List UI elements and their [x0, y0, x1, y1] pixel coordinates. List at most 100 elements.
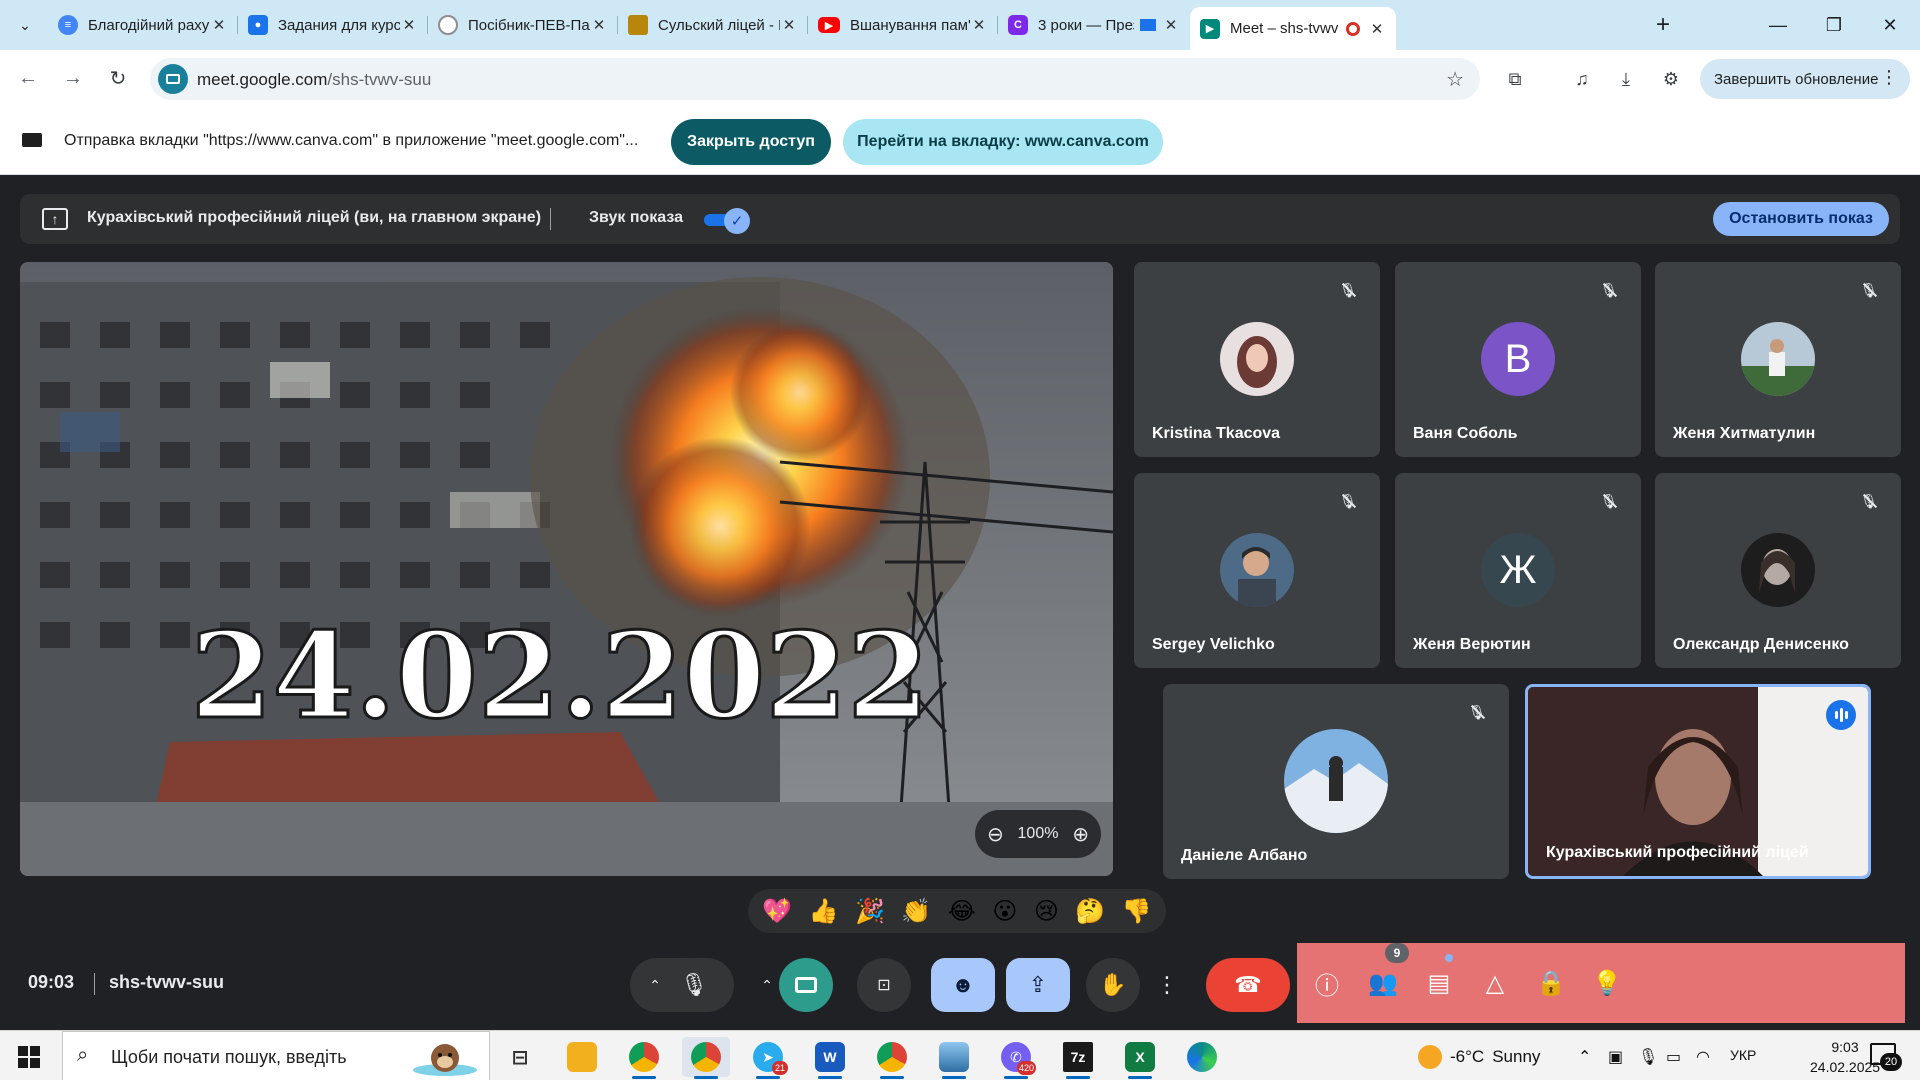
close-window-button[interactable]: ✕ [1862, 0, 1918, 50]
camera-control[interactable]: ⌃ [742, 958, 846, 1012]
participant-tile[interactable]: 🎙 Женя Хитматулин [1655, 262, 1901, 457]
thinking-reaction[interactable]: 🤔 [1075, 897, 1105, 926]
close-icon[interactable]: ✕ [400, 16, 418, 34]
stop-presenting-button[interactable]: Остановить показ [1713, 202, 1889, 236]
viber-app[interactable]: ✆ 420 [992, 1037, 1040, 1079]
share-sound-toggle[interactable]: ✓ [704, 208, 750, 234]
media-control-icon[interactable]: ♫ [1569, 66, 1595, 92]
7zip-app[interactable]: 7z [1054, 1037, 1102, 1079]
tab-2[interactable]: ● Задания для курса " ✕ [238, 7, 428, 43]
close-icon[interactable]: ✕ [1162, 16, 1180, 34]
battery-icon[interactable]: ▭ [1666, 1047, 1681, 1067]
windows-start-icon[interactable] [18, 1046, 40, 1068]
word-app[interactable]: W [806, 1037, 854, 1079]
zoom-in-icon[interactable]: ⊕ [1072, 822, 1089, 847]
chevron-up-icon[interactable]: ⌃ [643, 977, 667, 994]
chat-icon[interactable]: ▤ [1421, 965, 1457, 1001]
people-icon[interactable]: 👥 [1365, 965, 1401, 1001]
captions-button[interactable]: ⊡ [857, 958, 911, 1012]
thumbs-up-reaction[interactable]: 👍 [809, 897, 839, 926]
taskbar-search[interactable]: ⌕ Щоби почати пошук, введіть [62, 1031, 490, 1080]
close-icon[interactable]: ✕ [780, 16, 798, 34]
present-screen-button[interactable]: ⇪ [1006, 958, 1070, 1012]
maximize-button[interactable]: ❐ [1806, 0, 1862, 50]
telegram-app[interactable]: ➤ 21 [744, 1037, 792, 1079]
task-view-button[interactable]: ⊟ [496, 1037, 544, 1077]
address-bar[interactable]: meet.google.com/shs-tvwv-suu ☆ [150, 58, 1480, 100]
people-count-badge: 9 [1385, 943, 1409, 963]
language-indicator[interactable]: УКР [1730, 1047, 1756, 1063]
emoji-reactions-button[interactable]: ☻ [931, 958, 995, 1012]
chevron-up-icon[interactable]: ⌃ [755, 977, 779, 994]
bookmark-star-icon[interactable]: ☆ [1446, 67, 1464, 92]
party-reaction[interactable]: 🎉 [855, 897, 885, 926]
tab-4[interactable]: Сульский ліцей - Ре ✕ [618, 7, 808, 43]
weather-widget[interactable]: -6°C Sunny [1418, 1045, 1540, 1069]
close-icon[interactable]: ✕ [970, 16, 988, 34]
edge-app[interactable] [1178, 1037, 1226, 1077]
surprised-reaction[interactable]: 😮 [992, 897, 1017, 926]
chrome-profile-1-app[interactable] [620, 1037, 668, 1079]
lightbulb-icon[interactable]: 💡 [1589, 965, 1625, 1001]
download-icon[interactable]: ⤓ [1613, 66, 1639, 92]
participant-tile[interactable]: 🎙 Ж Женя Верютин [1395, 473, 1641, 668]
tab-1[interactable]: ≡ Благодійний рахуно ✕ [48, 7, 238, 43]
clap-reaction[interactable]: 👏 [901, 897, 931, 926]
close-icon[interactable]: ✕ [590, 16, 608, 34]
zoom-out-icon[interactable]: ⊖ [987, 822, 1004, 847]
participant-tile[interactable]: 🎙 В Ваня Соболь [1395, 262, 1641, 457]
tab-5[interactable]: ▶ Вшанування пам'яті ✕ [808, 7, 998, 43]
close-icon[interactable]: ✕ [210, 16, 228, 34]
extensions-icon[interactable]: ⧉ [1502, 66, 1528, 92]
minimize-button[interactable]: — [1750, 0, 1806, 50]
site-info-icon[interactable] [158, 64, 188, 94]
recording-icon [1346, 21, 1360, 36]
photos-app[interactable] [930, 1037, 978, 1079]
update-button[interactable]: Завершить обновление ⋮ [1700, 59, 1910, 99]
activities-icon[interactable]: △ [1477, 965, 1513, 1001]
thumbs-down-reaction[interactable]: 👎 [1122, 897, 1152, 926]
present-icon: ⇪ [1028, 972, 1048, 997]
camera-tray-icon[interactable]: ▣ [1608, 1047, 1623, 1067]
file-explorer-app[interactable] [558, 1037, 606, 1077]
participant-name: Женя Верютин [1413, 636, 1531, 653]
new-tab-button[interactable]: + [1650, 12, 1676, 38]
close-icon[interactable]: ✕ [1368, 20, 1386, 38]
forward-button[interactable]: → [58, 63, 88, 93]
tab-meet-active[interactable]: ▶ Meet – shs-tvwv- ✕ [1190, 7, 1396, 50]
excel-app[interactable]: X [1116, 1037, 1164, 1079]
raise-hand-button[interactable]: ✋ [1086, 958, 1140, 1012]
sparkling-heart-reaction[interactable]: 💖 [762, 897, 792, 926]
host-controls-icon[interactable]: 🔒 [1533, 965, 1569, 1001]
notifications-button[interactable]: 20 [1870, 1043, 1910, 1071]
chevron-up-icon[interactable]: ⌃ [1578, 1047, 1591, 1067]
back-button[interactable]: ← [13, 63, 43, 93]
mic-tray-icon[interactable]: 🎙 [1638, 1047, 1658, 1067]
menu-dots-icon[interactable]: ⋮ [1880, 67, 1898, 88]
profile-icon[interactable]: ⚙ [1658, 66, 1684, 92]
camera-icon[interactable] [779, 958, 833, 1012]
sad-reaction[interactable]: 😢 [1034, 897, 1059, 926]
info-icon[interactable]: ⓘ [1309, 965, 1345, 1001]
tab-3[interactable]: Посібник-ПЕВ-Пало ✕ [428, 7, 618, 43]
tab-title: Благодійний рахуно [88, 16, 210, 34]
participant-tile[interactable]: 🎙 Олександр Денисенко [1655, 473, 1901, 668]
tab-search-button[interactable]: ⌄ [10, 10, 40, 40]
reload-button[interactable]: ↻ [103, 63, 133, 93]
tab-6[interactable]: C 3 роки — Презе ✕ [998, 7, 1190, 43]
microphone-control[interactable]: ⌃ 🎙 [630, 958, 734, 1012]
wifi-icon[interactable]: ◠ [1696, 1047, 1710, 1067]
more-options-button[interactable]: ⋮ [1152, 958, 1182, 1012]
close-access-button[interactable]: Закрыть доступ [671, 119, 831, 165]
chrome-icon [691, 1042, 721, 1072]
participant-tile[interactable]: 🎙 Даніеле Албано [1163, 684, 1509, 879]
leave-call-button[interactable]: ☎ [1206, 958, 1290, 1012]
chrome-profile-2-app[interactable] [682, 1037, 730, 1079]
laugh-reaction[interactable]: 😂 [948, 897, 976, 926]
microphone-icon[interactable]: 🎙 [667, 958, 721, 1012]
self-video-tile[interactable]: Кураxівський професійний ліцей [1525, 684, 1871, 879]
go-to-tab-button[interactable]: Перейти на вкладку: www.canva.com [843, 119, 1163, 165]
participant-tile[interactable]: 🎙 Sergey Velichko [1134, 473, 1380, 668]
chrome-app[interactable] [868, 1037, 916, 1079]
participant-tile[interactable]: 🎙 Kristina Tkacova [1134, 262, 1380, 457]
